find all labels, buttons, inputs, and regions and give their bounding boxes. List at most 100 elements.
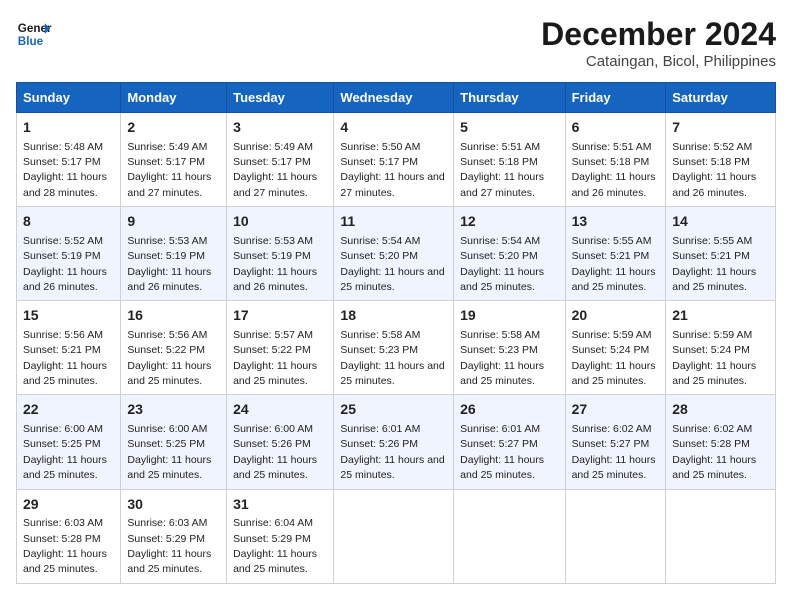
calendar-cell: 8 Sunrise: 5:52 AMSunset: 5:19 PMDaylight… bbox=[17, 207, 121, 301]
main-title: December 2024 bbox=[541, 16, 776, 53]
day-detail: Sunrise: 5:50 AMSunset: 5:17 PMDaylight:… bbox=[340, 141, 444, 199]
day-number: 15 bbox=[23, 306, 114, 326]
col-header-wednesday: Wednesday bbox=[334, 83, 454, 113]
day-detail: Sunrise: 5:58 AMSunset: 5:23 PMDaylight:… bbox=[340, 329, 444, 387]
day-detail: Sunrise: 6:01 AMSunset: 5:26 PMDaylight:… bbox=[340, 423, 444, 481]
week-row-3: 15 Sunrise: 5:56 AMSunset: 5:21 PMDayligh… bbox=[17, 301, 776, 395]
svg-text:Blue: Blue bbox=[18, 35, 44, 48]
day-number: 14 bbox=[672, 212, 769, 232]
calendar-cell: 13 Sunrise: 5:55 AMSunset: 5:21 PMDayligh… bbox=[565, 207, 666, 301]
day-detail: Sunrise: 5:57 AMSunset: 5:22 PMDaylight:… bbox=[233, 329, 317, 387]
day-number: 21 bbox=[672, 306, 769, 326]
header-row: SundayMondayTuesdayWednesdayThursdayFrid… bbox=[17, 83, 776, 113]
calendar-table: SundayMondayTuesdayWednesdayThursdayFrid… bbox=[16, 82, 776, 584]
day-number: 1 bbox=[23, 118, 114, 138]
day-detail: Sunrise: 5:48 AMSunset: 5:17 PMDaylight:… bbox=[23, 141, 107, 199]
week-row-2: 8 Sunrise: 5:52 AMSunset: 5:19 PMDaylight… bbox=[17, 207, 776, 301]
day-number: 26 bbox=[460, 400, 558, 420]
day-number: 20 bbox=[572, 306, 660, 326]
calendar-cell: 16 Sunrise: 5:56 AMSunset: 5:22 PMDayligh… bbox=[121, 301, 227, 395]
day-number: 2 bbox=[127, 118, 220, 138]
calendar-cell bbox=[454, 489, 565, 583]
calendar-cell: 20Sunrise: 5:59 AMSunset: 5:24 PMDayligh… bbox=[565, 301, 666, 395]
calendar-cell: 9 Sunrise: 5:53 AMSunset: 5:19 PMDaylight… bbox=[121, 207, 227, 301]
day-number: 7 bbox=[672, 118, 769, 138]
day-number: 8 bbox=[23, 212, 114, 232]
col-header-monday: Monday bbox=[121, 83, 227, 113]
col-header-thursday: Thursday bbox=[454, 83, 565, 113]
day-number: 13 bbox=[572, 212, 660, 232]
day-number: 12 bbox=[460, 212, 558, 232]
calendar-cell: 26 Sunrise: 6:01 AMSunset: 5:27 PMDayligh… bbox=[454, 395, 565, 489]
col-header-sunday: Sunday bbox=[17, 83, 121, 113]
day-detail: Sunrise: 5:52 AMSunset: 5:19 PMDaylight:… bbox=[23, 235, 107, 293]
logo-icon: General Blue bbox=[16, 16, 52, 52]
calendar-cell: 17 Sunrise: 5:57 AMSunset: 5:22 PMDayligh… bbox=[227, 301, 334, 395]
day-number: 4 bbox=[340, 118, 447, 138]
calendar-cell bbox=[565, 489, 666, 583]
day-number: 16 bbox=[127, 306, 220, 326]
calendar-cell: 7Sunrise: 5:52 AMSunset: 5:18 PMDaylight… bbox=[666, 113, 776, 207]
calendar-cell: 4 Sunrise: 5:50 AMSunset: 5:17 PMDaylight… bbox=[334, 113, 454, 207]
day-number: 19 bbox=[460, 306, 558, 326]
calendar-cell: 31Sunrise: 6:04 AMSunset: 5:29 PMDayligh… bbox=[227, 489, 334, 583]
day-number: 9 bbox=[127, 212, 220, 232]
col-header-tuesday: Tuesday bbox=[227, 83, 334, 113]
day-detail: Sunrise: 5:51 AMSunset: 5:18 PMDaylight:… bbox=[572, 141, 656, 199]
calendar-cell: 14 Sunrise: 5:55 AMSunset: 5:21 PMDayligh… bbox=[666, 207, 776, 301]
day-number: 6 bbox=[572, 118, 660, 138]
day-detail: Sunrise: 6:00 AMSunset: 5:25 PMDaylight:… bbox=[23, 423, 107, 481]
day-number: 18 bbox=[340, 306, 447, 326]
day-detail: Sunrise: 5:54 AMSunset: 5:20 PMDaylight:… bbox=[460, 235, 544, 293]
day-detail: Sunrise: 6:00 AMSunset: 5:25 PMDaylight:… bbox=[127, 423, 211, 481]
calendar-cell: 12 Sunrise: 5:54 AMSunset: 5:20 PMDayligh… bbox=[454, 207, 565, 301]
header: General Blue December 2024 Cataingan, Bi… bbox=[16, 16, 776, 70]
calendar-cell: 22 Sunrise: 6:00 AMSunset: 5:25 PMDayligh… bbox=[17, 395, 121, 489]
calendar-cell: 15 Sunrise: 5:56 AMSunset: 5:21 PMDayligh… bbox=[17, 301, 121, 395]
day-number: 10 bbox=[233, 212, 327, 232]
day-detail: Sunrise: 6:03 AMSunset: 5:29 PMDaylight:… bbox=[127, 517, 211, 575]
week-row-4: 22 Sunrise: 6:00 AMSunset: 5:25 PMDayligh… bbox=[17, 395, 776, 489]
calendar-cell: 11 Sunrise: 5:54 AMSunset: 5:20 PMDayligh… bbox=[334, 207, 454, 301]
day-detail: Sunrise: 5:53 AMSunset: 5:19 PMDaylight:… bbox=[233, 235, 317, 293]
day-detail: Sunrise: 6:02 AMSunset: 5:27 PMDaylight:… bbox=[572, 423, 656, 481]
day-detail: Sunrise: 5:55 AMSunset: 5:21 PMDaylight:… bbox=[672, 235, 756, 293]
calendar-cell: 23 Sunrise: 6:00 AMSunset: 5:25 PMDayligh… bbox=[121, 395, 227, 489]
calendar-cell: 6 Sunrise: 5:51 AMSunset: 5:18 PMDaylight… bbox=[565, 113, 666, 207]
day-number: 27 bbox=[572, 400, 660, 420]
day-number: 11 bbox=[340, 212, 447, 232]
day-detail: Sunrise: 5:56 AMSunset: 5:22 PMDaylight:… bbox=[127, 329, 211, 387]
day-detail: Sunrise: 5:55 AMSunset: 5:21 PMDaylight:… bbox=[572, 235, 656, 293]
day-number: 17 bbox=[233, 306, 327, 326]
day-number: 31 bbox=[233, 495, 327, 515]
calendar-cell: 29Sunrise: 6:03 AMSunset: 5:28 PMDayligh… bbox=[17, 489, 121, 583]
calendar-cell: 28 Sunrise: 6:02 AMSunset: 5:28 PMDayligh… bbox=[666, 395, 776, 489]
subtitle: Cataingan, Bicol, Philippines bbox=[541, 53, 776, 70]
title-area: December 2024 Cataingan, Bicol, Philippi… bbox=[541, 16, 776, 70]
day-number: 5 bbox=[460, 118, 558, 138]
calendar-cell: 1 Sunrise: 5:48 AMSunset: 5:17 PMDaylight… bbox=[17, 113, 121, 207]
day-number: 22 bbox=[23, 400, 114, 420]
calendar-cell: 18 Sunrise: 5:58 AMSunset: 5:23 PMDayligh… bbox=[334, 301, 454, 395]
day-detail: Sunrise: 5:56 AMSunset: 5:21 PMDaylight:… bbox=[23, 329, 107, 387]
week-row-5: 29Sunrise: 6:03 AMSunset: 5:28 PMDayligh… bbox=[17, 489, 776, 583]
col-header-saturday: Saturday bbox=[666, 83, 776, 113]
day-detail: Sunrise: 6:00 AMSunset: 5:26 PMDaylight:… bbox=[233, 423, 317, 481]
day-number: 23 bbox=[127, 400, 220, 420]
day-detail: Sunrise: 6:02 AMSunset: 5:28 PMDaylight:… bbox=[672, 423, 756, 481]
day-detail: Sunrise: 5:49 AMSunset: 5:17 PMDaylight:… bbox=[233, 141, 317, 199]
calendar-cell: 10 Sunrise: 5:53 AMSunset: 5:19 PMDayligh… bbox=[227, 207, 334, 301]
day-detail: Sunrise: 5:49 AMSunset: 5:17 PMDaylight:… bbox=[127, 141, 211, 199]
day-number: 30 bbox=[127, 495, 220, 515]
day-number: 28 bbox=[672, 400, 769, 420]
logo: General Blue bbox=[16, 16, 52, 52]
day-detail: Sunrise: 5:53 AMSunset: 5:19 PMDaylight:… bbox=[127, 235, 211, 293]
calendar-cell: 5 Sunrise: 5:51 AMSunset: 5:18 PMDaylight… bbox=[454, 113, 565, 207]
col-header-friday: Friday bbox=[565, 83, 666, 113]
day-detail: Sunrise: 5:51 AMSunset: 5:18 PMDaylight:… bbox=[460, 141, 544, 199]
calendar-cell: 24Sunrise: 6:00 AMSunset: 5:26 PMDayligh… bbox=[227, 395, 334, 489]
day-detail: Sunrise: 6:01 AMSunset: 5:27 PMDaylight:… bbox=[460, 423, 544, 481]
day-number: 29 bbox=[23, 495, 114, 515]
calendar-cell bbox=[334, 489, 454, 583]
day-detail: Sunrise: 5:54 AMSunset: 5:20 PMDaylight:… bbox=[340, 235, 444, 293]
